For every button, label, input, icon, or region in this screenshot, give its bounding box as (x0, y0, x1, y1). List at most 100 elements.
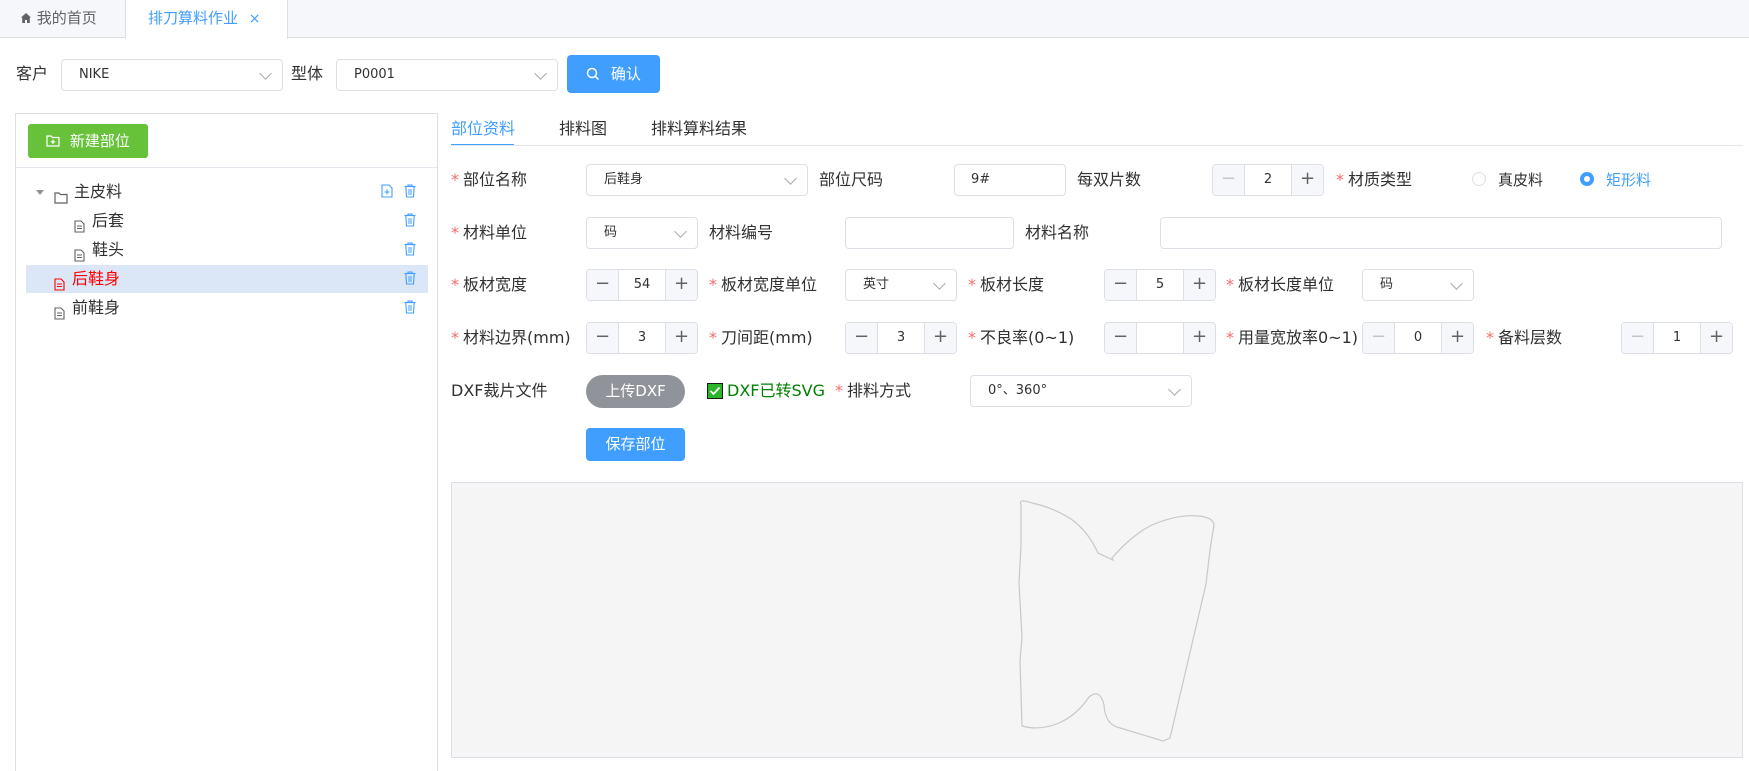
minus-icon[interactable]: − (1105, 270, 1137, 300)
minus-icon[interactable]: − (1105, 323, 1137, 353)
minus-icon[interactable]: − (587, 323, 619, 353)
plus-icon[interactable]: + (1291, 165, 1323, 195)
confirm-button[interactable]: 确认 (567, 55, 660, 93)
plus-icon[interactable]: + (924, 323, 956, 353)
material-unit-select[interactable]: 码 (586, 217, 698, 249)
upload-dxf-button[interactable]: 上传DXF (586, 375, 685, 408)
radio-rectangular-label[interactable]: 矩形料 (1606, 170, 1651, 190)
document-icon (54, 301, 65, 329)
tree-node-label: 鞋头 (92, 240, 125, 259)
part-name-select[interactable]: 后鞋身 (586, 164, 808, 196)
board-width-unit-label: 板材宽度单位 (709, 275, 817, 295)
board-width-value[interactable]: 54 (619, 270, 665, 300)
radio-genuine-leather[interactable] (1472, 172, 1486, 186)
knife-gap-stepper[interactable]: − 3 + (845, 322, 957, 354)
knife-gap-label: 刀间距(mm) (709, 328, 813, 348)
plus-icon[interactable]: + (1700, 323, 1732, 353)
model-label: 型体 (291, 64, 324, 83)
tree-node-rear-body[interactable]: 后鞋身 (26, 265, 428, 293)
dxf-preview-canvas (451, 482, 1743, 758)
trash-icon[interactable] (404, 300, 416, 314)
tree-node-toe[interactable]: 鞋头 (26, 236, 428, 264)
defect-rate-stepper[interactable]: − + (1104, 322, 1216, 354)
tab-home[interactable]: 我的首页 (6, 0, 111, 38)
tab-cutting-job[interactable]: 排刀算料作业 × (125, 0, 288, 39)
customer-select[interactable]: NIKE (61, 59, 283, 91)
part-shape-outline (1018, 500, 1215, 742)
material-margin-value[interactable]: 3 (619, 323, 665, 353)
knife-gap-value[interactable]: 3 (878, 323, 924, 353)
trash-icon[interactable] (404, 271, 416, 285)
board-length-unit-label: 板材长度单位 (1226, 275, 1334, 295)
minus-icon[interactable]: − (1213, 165, 1245, 195)
part-name-label: 部位名称 (451, 170, 527, 190)
customer-label: 客户 (16, 64, 49, 83)
board-width-stepper[interactable]: − 54 + (586, 269, 698, 301)
save-part-button[interactable]: 保存部位 (586, 428, 685, 461)
trash-icon[interactable] (404, 213, 416, 227)
plus-icon[interactable]: + (1441, 323, 1473, 353)
spare-layers-value[interactable]: 1 (1654, 323, 1700, 353)
material-code-input[interactable] (845, 217, 1014, 249)
trash-icon[interactable] (404, 184, 416, 198)
tabs-divider (451, 145, 1743, 146)
layout-mode-select[interactable]: 0°、360° (970, 375, 1192, 407)
usage-ratio-label: 用量宽放率0~1) (1226, 328, 1358, 348)
tab-bar: 我的首页 排刀算料作业 × (0, 0, 1749, 39)
confirm-label: 确认 (610, 65, 641, 83)
tree-node-label: 后套 (92, 211, 125, 230)
chevron-down-icon (674, 225, 687, 238)
board-width-unit-select[interactable]: 英寸 (845, 269, 957, 301)
tab-layout-result[interactable]: 排料算料结果 (651, 115, 747, 139)
material-name-input[interactable] (1160, 217, 1722, 249)
dxf-file-label: DXF裁片文件 (451, 381, 548, 400)
plus-icon[interactable]: + (1183, 323, 1215, 353)
board-length-unit-value: 码 (1380, 277, 1394, 292)
new-part-button[interactable]: 新建部位 (28, 124, 148, 158)
plus-icon[interactable]: + (1183, 270, 1215, 300)
part-name-value: 后鞋身 (604, 172, 644, 187)
spare-layers-label: 备料层数 (1486, 328, 1562, 348)
usage-ratio-value[interactable]: 0 (1395, 323, 1441, 353)
new-part-label: 新建部位 (69, 132, 130, 150)
minus-icon[interactable]: − (1363, 323, 1395, 353)
search-icon (586, 57, 600, 95)
minus-icon[interactable]: − (846, 323, 878, 353)
usage-ratio-stepper[interactable]: − 0 + (1362, 322, 1474, 354)
tree-node-label: 前鞋身 (72, 298, 121, 317)
pieces-per-pair-label: 每双片数 (1077, 170, 1142, 189)
board-width-unit-value: 英寸 (863, 277, 890, 292)
material-unit-value: 码 (604, 225, 618, 240)
layout-mode-label: 排料方式 (835, 381, 911, 401)
plus-icon[interactable]: + (665, 270, 697, 300)
board-length-stepper[interactable]: − 5 + (1104, 269, 1216, 301)
plus-icon[interactable]: + (665, 323, 697, 353)
spare-layers-stepper[interactable]: − 1 + (1621, 322, 1733, 354)
trash-icon[interactable] (404, 242, 416, 256)
tree-node-back-cover[interactable]: 后套 (26, 207, 428, 235)
minus-icon[interactable]: − (587, 270, 619, 300)
close-icon[interactable]: × (249, 11, 261, 27)
material-name-label: 材料名称 (1025, 223, 1090, 242)
radio-genuine-leather-label[interactable]: 真皮料 (1498, 170, 1543, 190)
chevron-down-icon (933, 277, 946, 290)
part-size-label: 部位尺码 (819, 170, 884, 189)
pieces-per-pair-stepper[interactable]: − 2 + (1212, 164, 1324, 196)
part-size-input[interactable]: 9# (954, 164, 1066, 196)
tab-layout-chart[interactable]: 排料图 (559, 115, 607, 139)
tree-node-main-leather[interactable]: 主皮料 (26, 178, 428, 206)
tab-part-info[interactable]: 部位资料 (451, 115, 515, 139)
chevron-down-icon (1450, 277, 1463, 290)
add-file-icon[interactable] (381, 184, 393, 198)
radio-rectangular[interactable] (1580, 172, 1594, 186)
tree-node-label: 后鞋身 (72, 269, 121, 288)
chevron-down-icon (784, 172, 797, 185)
board-length-unit-select[interactable]: 码 (1362, 269, 1474, 301)
model-select[interactable]: P0001 (336, 59, 558, 91)
minus-icon[interactable]: − (1622, 323, 1654, 353)
material-margin-stepper[interactable]: − 3 + (586, 322, 698, 354)
pieces-per-pair-value[interactable]: 2 (1245, 165, 1291, 195)
board-length-value[interactable]: 5 (1137, 270, 1183, 300)
tree-node-front-body[interactable]: 前鞋身 (26, 294, 428, 322)
checkbox-checked-icon (707, 383, 723, 399)
